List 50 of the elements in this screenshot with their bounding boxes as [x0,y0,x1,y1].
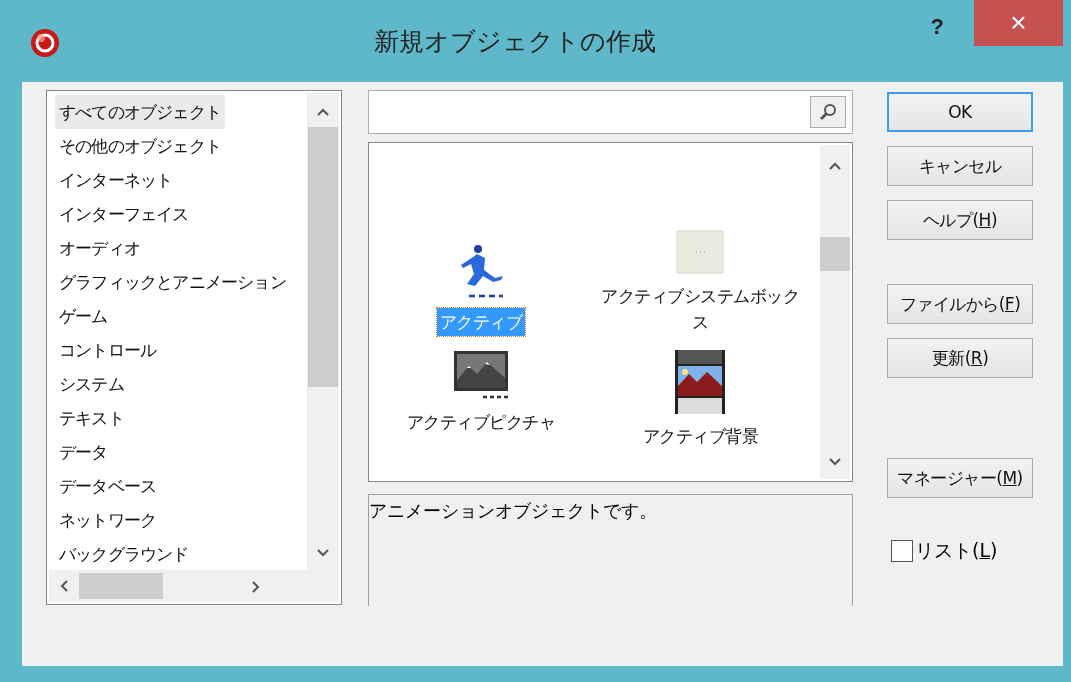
object-label: アクティブ [436,308,525,336]
dialog-button[interactable]: 更新(R) [887,338,1033,378]
scroll-down-icon[interactable] [828,457,842,467]
film-strip-icon [675,350,726,414]
object-item[interactable]: アクティブピクチャ [371,350,591,500]
object-label: アクティブピクチャ [405,411,556,434]
category-item[interactable]: ネットワーク [55,503,161,537]
object-item[interactable]: アクティブシステムボックス [590,185,810,350]
help-button[interactable]: ? [930,14,944,40]
category-item[interactable]: テキスト [55,401,128,435]
blank-box-icon [676,230,725,274]
scroll-up-icon[interactable] [828,161,842,171]
window-title: 新規オブジェクトの作成 [373,25,658,58]
close-button[interactable]: × [974,0,1063,46]
scroll-down-icon[interactable] [316,548,330,558]
category-item[interactable]: オーディオ [55,231,144,265]
category-item[interactable]: インターフェイス [55,197,193,231]
category-item[interactable]: グラフィックとアニメーション [55,265,290,299]
scroll-left-icon[interactable] [59,579,69,593]
scroll-thumb[interactable] [79,573,163,599]
object-item[interactable]: アクティブ背景 [590,350,810,500]
vertical-scrollbar[interactable] [307,93,339,570]
horizontal-scrollbar[interactable] [49,570,339,602]
description-text: アニメーションオブジェクトです。 [369,500,657,521]
search-field[interactable] [368,90,853,134]
scroll-thumb[interactable] [820,237,850,271]
dialog-button[interactable]: ヘルプ(H) [887,200,1033,240]
scroll-up-icon[interactable] [316,107,330,117]
category-item[interactable]: その他のオブジェクト [55,129,225,163]
category-item[interactable]: バックグラウンド [55,537,193,570]
app-logo-icon [30,28,60,58]
scroll-thumb[interactable] [308,127,338,387]
vertical-scrollbar[interactable] [820,145,850,479]
object-label: アクティブシステムボックス [600,285,801,334]
search-button[interactable] [810,96,846,128]
list-checkbox[interactable]: リスト(L) [891,538,1033,564]
mountain-picture-icon [452,350,509,400]
category-item[interactable]: すべてのオブジェクト [55,95,225,129]
dialog-button[interactable]: キャンセル [887,146,1033,186]
search-icon [818,102,838,122]
category-item[interactable]: インターネット [55,163,177,197]
dialog-button[interactable]: マネージャー(M) [887,458,1033,498]
category-item[interactable]: ゲーム [55,299,112,333]
object-label: アクティブ背景 [641,425,759,448]
category-item[interactable]: コントロール [55,333,161,367]
dialog-button[interactable]: OK [887,92,1033,132]
category-item[interactable]: システム [55,367,128,401]
category-item[interactable]: データベース [55,469,161,503]
dialog-button[interactable]: ファイルから(F) [887,284,1033,324]
category-item[interactable]: データ [55,435,112,469]
